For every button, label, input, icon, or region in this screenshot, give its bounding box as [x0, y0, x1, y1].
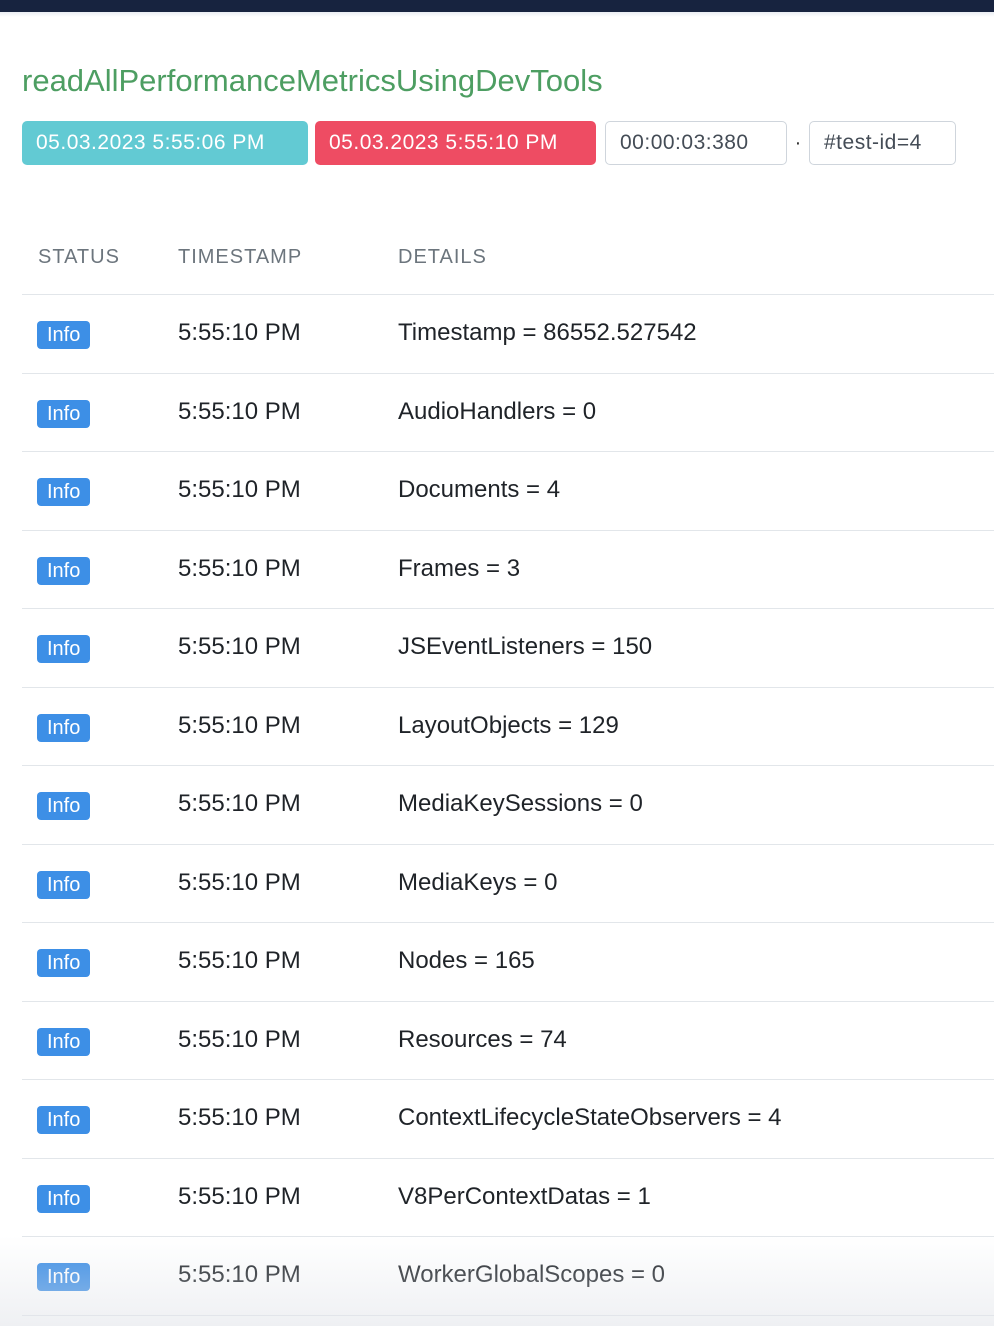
duration-badge: 00:00:03:380	[605, 121, 787, 165]
row-details: Resources = 74	[398, 1025, 567, 1053]
navbar-shadow	[0, 12, 994, 17]
header-status: Status	[38, 246, 120, 268]
test-id-badge: #test-id=4	[809, 121, 956, 165]
status-badge: Info	[37, 713, 91, 742]
row-timestamp: 5:55:10 PM	[178, 397, 301, 425]
status-badge: Info	[37, 792, 91, 820]
row-timestamp: 5:55:10 PM	[178, 319, 301, 346]
row-details: MediaKeys = 0	[398, 868, 558, 896]
table-row: Info 5:55:10 PM JSEventListeners = 150	[22, 609, 994, 688]
row-details: WorkerGlobalScopes = 0	[398, 1261, 666, 1288]
test-badges: 05.03.2023 5:55:06 PM 05.03.2023 5:55:10…	[22, 121, 956, 165]
row-timestamp: 5:55:10 PM	[178, 554, 301, 582]
row-details: MediaKeySessions = 0	[398, 790, 643, 817]
table-row: Info 5:55:10 PM V8PerContextDatas = 1	[22, 1159, 994, 1237]
row-details: LayoutObjects = 129	[398, 711, 619, 739]
header-details: Details	[398, 246, 487, 268]
table-row: Info 5:55:10 PM MediaKeys = 0	[22, 845, 994, 923]
row-timestamp: 5:55:10 PM	[178, 1104, 301, 1131]
status-badge: Info	[37, 478, 91, 506]
top-navbar	[0, 0, 994, 12]
status-badge: Info	[37, 399, 91, 428]
row-details: Timestamp = 86552.527542	[398, 319, 697, 346]
table-row: Info 5:55:10 PM LayoutObjects = 129	[22, 688, 994, 766]
status-badge: Info	[37, 1263, 91, 1291]
row-details: AudioHandlers = 0	[398, 397, 597, 425]
table-row: Info 5:55:10 PM MediaKeySessions = 0	[22, 766, 994, 845]
row-details: Frames = 3	[398, 554, 521, 582]
table-row: Info 5:55:10 PM ContextLifecycleStateObser…	[22, 1080, 994, 1159]
row-details: ContextLifecycleStateObservers = 4	[398, 1104, 782, 1131]
row-timestamp: 5:55:10 PM	[178, 711, 301, 739]
table-row: Info 5:55:10 PM Nodes = 165	[22, 923, 994, 1002]
row-timestamp: 5:55:10 PM	[178, 947, 301, 974]
status-badge: Info	[37, 949, 91, 977]
status-badge: Info	[37, 635, 91, 663]
status-badge: Info	[37, 556, 91, 585]
row-timestamp: 5:55:10 PM	[178, 1261, 301, 1288]
end-time-badge: 05.03.2023 5:55:10 PM	[315, 121, 596, 165]
status-badge: Info	[37, 870, 91, 899]
table-row: Info 5:55:10 PM WorkerGlobalScopes = 0	[22, 1237, 994, 1316]
table-row: Info 5:55:10 PM Documents = 4	[22, 452, 994, 531]
row-timestamp: 5:55:10 PM	[178, 790, 301, 817]
badge-separator: ·	[794, 131, 802, 154]
row-details: V8PerContextDatas = 1	[398, 1182, 651, 1210]
log-table: Status Timestamp Details Info 5:55:10 PM T…	[22, 216, 994, 1316]
row-timestamp: 5:55:10 PM	[178, 1025, 301, 1053]
row-timestamp: 5:55:10 PM	[178, 633, 301, 660]
row-timestamp: 5:55:10 PM	[178, 1182, 301, 1210]
status-badge: Info	[37, 321, 91, 349]
header-timestamp: Timestamp	[178, 246, 303, 268]
row-details: JSEventListeners = 150	[398, 633, 653, 660]
test-title[interactable]: readAllPerformanceMetricsUsingDevTools	[22, 60, 603, 102]
row-timestamp: 5:55:10 PM	[178, 868, 301, 896]
row-details: Documents = 4	[398, 476, 561, 503]
status-badge: Info	[37, 1027, 91, 1056]
row-details: Nodes = 165	[398, 947, 535, 974]
status-badge: Info	[37, 1106, 91, 1134]
row-timestamp: 5:55:10 PM	[178, 476, 301, 503]
table-row: Info 5:55:10 PM Timestamp = 86552.527542	[22, 295, 994, 374]
start-time-badge: 05.03.2023 5:55:06 PM	[22, 121, 308, 165]
table-row: Info 5:55:10 PM Frames = 3	[22, 531, 994, 609]
table-body: Info 5:55:10 PM Timestamp = 86552.527542 In…	[22, 295, 994, 1316]
table-row: Info 5:55:10 PM AudioHandlers = 0	[22, 374, 994, 452]
table-row: Info 5:55:10 PM Resources = 74	[22, 1002, 994, 1080]
table-header: Status Timestamp Details	[22, 216, 994, 295]
status-badge: Info	[37, 1184, 91, 1213]
